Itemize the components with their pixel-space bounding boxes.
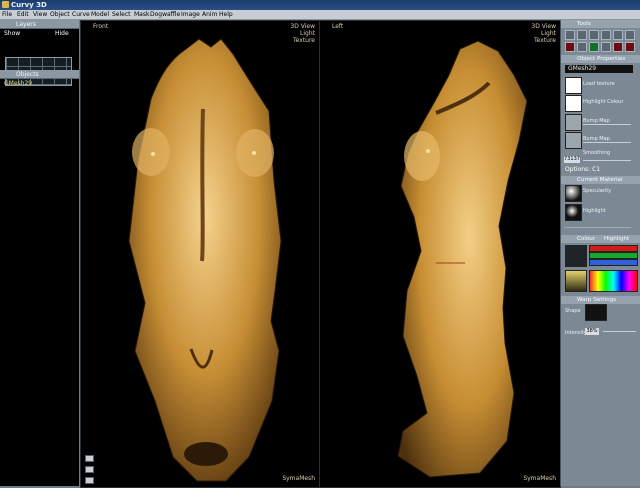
red-slider[interactable] xyxy=(589,245,638,252)
normal-slider-track[interactable] xyxy=(583,142,631,143)
poly-count-field[interactable]: 73137 xyxy=(564,156,580,163)
texture-label: Load texture xyxy=(583,81,615,87)
tools-header: Tools xyxy=(561,20,640,28)
highlight-swatch[interactable] xyxy=(565,95,582,112)
specularity-label: Specularity xyxy=(583,188,612,194)
objects-title: Objects xyxy=(16,71,39,78)
menu-select[interactable]: Select xyxy=(112,11,131,18)
menu-edit[interactable]: Edit xyxy=(17,11,29,18)
hide-label: Hide xyxy=(55,30,69,37)
rotate-tool-icon[interactable] xyxy=(601,30,611,40)
object-name-field[interactable]: GMesh29 xyxy=(565,65,633,73)
properties-title: Object Properties xyxy=(577,56,626,62)
brush-tool-icon[interactable] xyxy=(613,30,623,40)
intensity-slider[interactable] xyxy=(603,331,636,332)
value-picker[interactable] xyxy=(565,270,587,292)
erase-tool-icon[interactable] xyxy=(625,42,635,52)
red-x-icon[interactable] xyxy=(565,42,575,52)
scale-tool-icon[interactable] xyxy=(601,42,611,52)
layers-title: Layers xyxy=(16,21,36,28)
menu-model[interactable]: Model xyxy=(91,11,109,18)
colour-header: Colour Highlight xyxy=(561,235,640,243)
intensity-value[interactable]: 38% xyxy=(585,328,599,335)
front-target-icon[interactable] xyxy=(85,455,94,462)
title-bar: Curvy 3D xyxy=(0,0,640,10)
object-list-item[interactable]: GMesh29 xyxy=(4,80,32,87)
current-colour-swatch[interactable] xyxy=(565,245,587,267)
specular-preview[interactable] xyxy=(565,185,582,202)
layers-panel-header: Layers xyxy=(0,20,79,29)
front-viewport[interactable]: Front 3D View Light Texture SymaMesh xyxy=(80,20,320,488)
menu-curve[interactable]: Curve xyxy=(72,11,90,18)
green-slider[interactable] xyxy=(589,252,638,259)
smoothing-slider-track[interactable] xyxy=(583,160,631,161)
options-label: Options: C1 xyxy=(565,166,601,173)
colour-title: Colour xyxy=(577,236,596,242)
material-header: Current Material xyxy=(561,176,640,184)
texture-swatch[interactable] xyxy=(565,77,582,94)
highlight-tab: Highlight xyxy=(604,236,630,242)
left-panel: Layers Show Hide Objects GMesh29 xyxy=(0,20,79,486)
left-viewport[interactable]: Left 3D View Light Texture SymaMesh xyxy=(319,20,561,488)
front-zoom-icon[interactable] xyxy=(85,477,94,484)
shape-preview[interactable] xyxy=(585,304,607,321)
highlight-label: Highlight Colour xyxy=(583,99,624,105)
show-label: Show xyxy=(4,30,21,37)
right-panel: Tools Object Properties GMesh29 Load tex… xyxy=(560,20,640,486)
material-divider xyxy=(564,227,631,228)
window-title: Curvy 3D xyxy=(11,1,47,9)
menu-mask[interactable]: Mask xyxy=(134,11,149,18)
normal-swatch[interactable] xyxy=(565,132,582,149)
highlight2-label: Highlight xyxy=(583,208,606,214)
green-tool-icon[interactable] xyxy=(589,42,599,52)
menu-bar: File Edit View Object Curve Model Select… xyxy=(0,10,640,20)
smoothing-label: Smoothing xyxy=(583,150,611,156)
bump-slider-track[interactable] xyxy=(583,124,631,125)
warp-title: Warp Settings xyxy=(577,297,617,303)
menu-anim[interactable]: Anim xyxy=(202,11,217,18)
material-title: Current Material xyxy=(577,177,623,183)
bump-swatch[interactable] xyxy=(565,114,582,131)
properties-header: Object Properties xyxy=(561,55,640,63)
select-tool-icon[interactable] xyxy=(565,30,575,40)
highlight-preview[interactable] xyxy=(565,204,582,221)
objects-panel-header: Objects xyxy=(0,70,79,79)
app-icon xyxy=(2,1,9,8)
arrow-tool-icon[interactable] xyxy=(577,30,587,40)
menu-file[interactable]: File xyxy=(2,11,12,18)
menu-dogwaffle[interactable]: Dogwaffle xyxy=(150,11,180,18)
menu-help[interactable]: Help xyxy=(219,11,233,18)
lasso-tool-icon[interactable] xyxy=(589,30,599,40)
hue-picker[interactable] xyxy=(589,270,638,292)
left-model-svg xyxy=(397,40,528,478)
blue-slider[interactable] xyxy=(589,259,638,266)
front-move-icon[interactable] xyxy=(85,466,94,473)
intensity-label: Intensity xyxy=(565,330,587,336)
warp-header: Warp Settings xyxy=(561,296,640,304)
menu-image[interactable]: Image xyxy=(181,11,200,18)
shape-label: Shape xyxy=(565,308,581,314)
delete-tool-icon[interactable] xyxy=(613,42,623,52)
menu-object[interactable]: Object xyxy=(50,11,70,18)
front-model-svg xyxy=(128,38,282,482)
tools-title: Tools xyxy=(577,21,591,27)
menu-view[interactable]: View xyxy=(33,11,47,18)
cross-tool-icon[interactable] xyxy=(577,42,587,52)
grab-tool-icon[interactable] xyxy=(625,30,635,40)
